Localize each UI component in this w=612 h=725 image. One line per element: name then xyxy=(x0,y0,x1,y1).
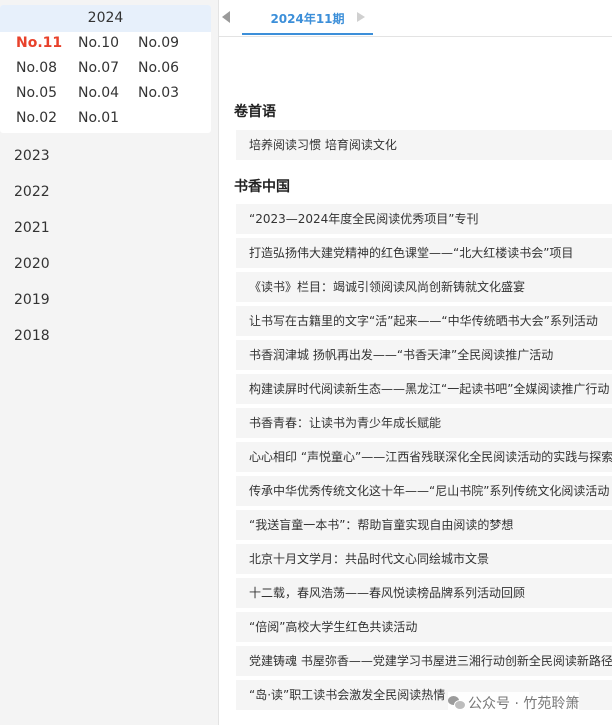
article-link[interactable]: 书香青春：让读书为青少年成长赋能 xyxy=(236,408,612,438)
issue-link[interactable]: No.07 xyxy=(78,57,138,79)
year-issue-sidebar: 2024 No.11 No.10 No.09 No.08 No.07 No.06 No.05… xyxy=(0,0,219,725)
article-link[interactable]: 培养阅读习惯 培育阅读文化 xyxy=(236,130,612,160)
article-link[interactable]: 书香润津城 扬帆再出发——“书香天津”全民阅读推广活动 xyxy=(236,340,612,370)
issue-link[interactable]: No.10 xyxy=(78,32,138,54)
section-title: 卷首语 xyxy=(234,104,276,120)
issue-tab-bar: 2024年11期 xyxy=(218,0,612,37)
issue-link[interactable]: No.05 xyxy=(16,82,78,104)
issue-link[interactable]: No.03 xyxy=(138,82,200,104)
issue-link[interactable]: No.04 xyxy=(78,82,138,104)
issue-link[interactable]: No.01 xyxy=(78,107,138,129)
table-of-contents: 卷首语培养阅读习惯 培育阅读文化书香中国 “2023—2024年度全民阅读优秀项目… xyxy=(219,37,612,725)
year-list: 2023 2022 2021 2020 2019 2018 xyxy=(14,138,50,354)
article-link[interactable]: “我送盲童一本书”：帮助盲童实现自由阅读的梦想 xyxy=(236,510,612,540)
issue-link[interactable]: No.09 xyxy=(138,32,200,54)
issue-link[interactable]: No.11 xyxy=(16,32,78,54)
year-item[interactable]: 2020 xyxy=(14,246,50,282)
article-link[interactable]: 心心相印 “声悦童心”——江西省残联深化全民阅读活动的实践与探索 xyxy=(236,442,612,472)
article-link[interactable]: “倍阅”高校大学生红色共读活动 xyxy=(236,612,612,642)
year-item[interactable]: 2018 xyxy=(14,318,50,354)
issue-link[interactable]: No.06 xyxy=(138,57,200,79)
article-link[interactable]: 党建铸魂 书屋弥香——党建学习书屋进三湘行动创新全民阅读新路径 xyxy=(236,646,612,676)
section-title: 书香中国 xyxy=(234,179,290,195)
year-item[interactable]: 2022 xyxy=(14,174,50,210)
year-2024-header[interactable]: 2024 xyxy=(0,5,211,32)
article-link[interactable]: 北京十月文学月：共品时代文心同绘城市文景 xyxy=(236,544,612,574)
watermark: 公众号 · 竹苑聆箫 xyxy=(448,692,580,714)
article-link[interactable]: “2023—2024年度全民阅读优秀项目”专刊 xyxy=(236,204,612,234)
next-arrow-icon[interactable] xyxy=(357,12,365,22)
issue-link[interactable]: No.08 xyxy=(16,57,78,79)
article-link[interactable]: 传承中华优秀传统文化这十年——“尼山书院”系列传统文化阅读活动 xyxy=(236,476,612,506)
article-link[interactable]: 让书写在古籍里的文字“活”起来——“中华传统晒书大会”系列活动 xyxy=(236,306,612,336)
watermark-label: 公众号 · 竹苑聆箫 xyxy=(468,696,580,712)
issue-link[interactable]: No.02 xyxy=(16,107,78,129)
article-link[interactable]: 《读书》栏目：竭诚引领阅读风尚创新铸就文化盛宴 xyxy=(236,272,612,302)
year-item[interactable]: 2021 xyxy=(14,210,50,246)
prev-arrow-icon[interactable] xyxy=(222,11,230,23)
article-link[interactable]: 构建读屏时代阅读新生态——黑龙江“一起读书吧”全媒阅读推广行动 xyxy=(236,374,612,404)
tab-current-issue[interactable]: 2024年11期 xyxy=(242,0,373,35)
article-link[interactable]: 十二载，春风浩荡——春风悦读榜品牌系列活动回顾 xyxy=(236,578,612,608)
article-link[interactable]: 打造弘扬伟大建党精神的红色课堂——“北大红楼读书会”项目 xyxy=(236,238,612,268)
wechat-icon xyxy=(448,696,466,710)
issue-grid: No.11 No.10 No.09 No.08 No.07 No.06 No.05 No.04… xyxy=(16,32,206,129)
year-item[interactable]: 2023 xyxy=(14,138,50,174)
year-item[interactable]: 2019 xyxy=(14,282,50,318)
